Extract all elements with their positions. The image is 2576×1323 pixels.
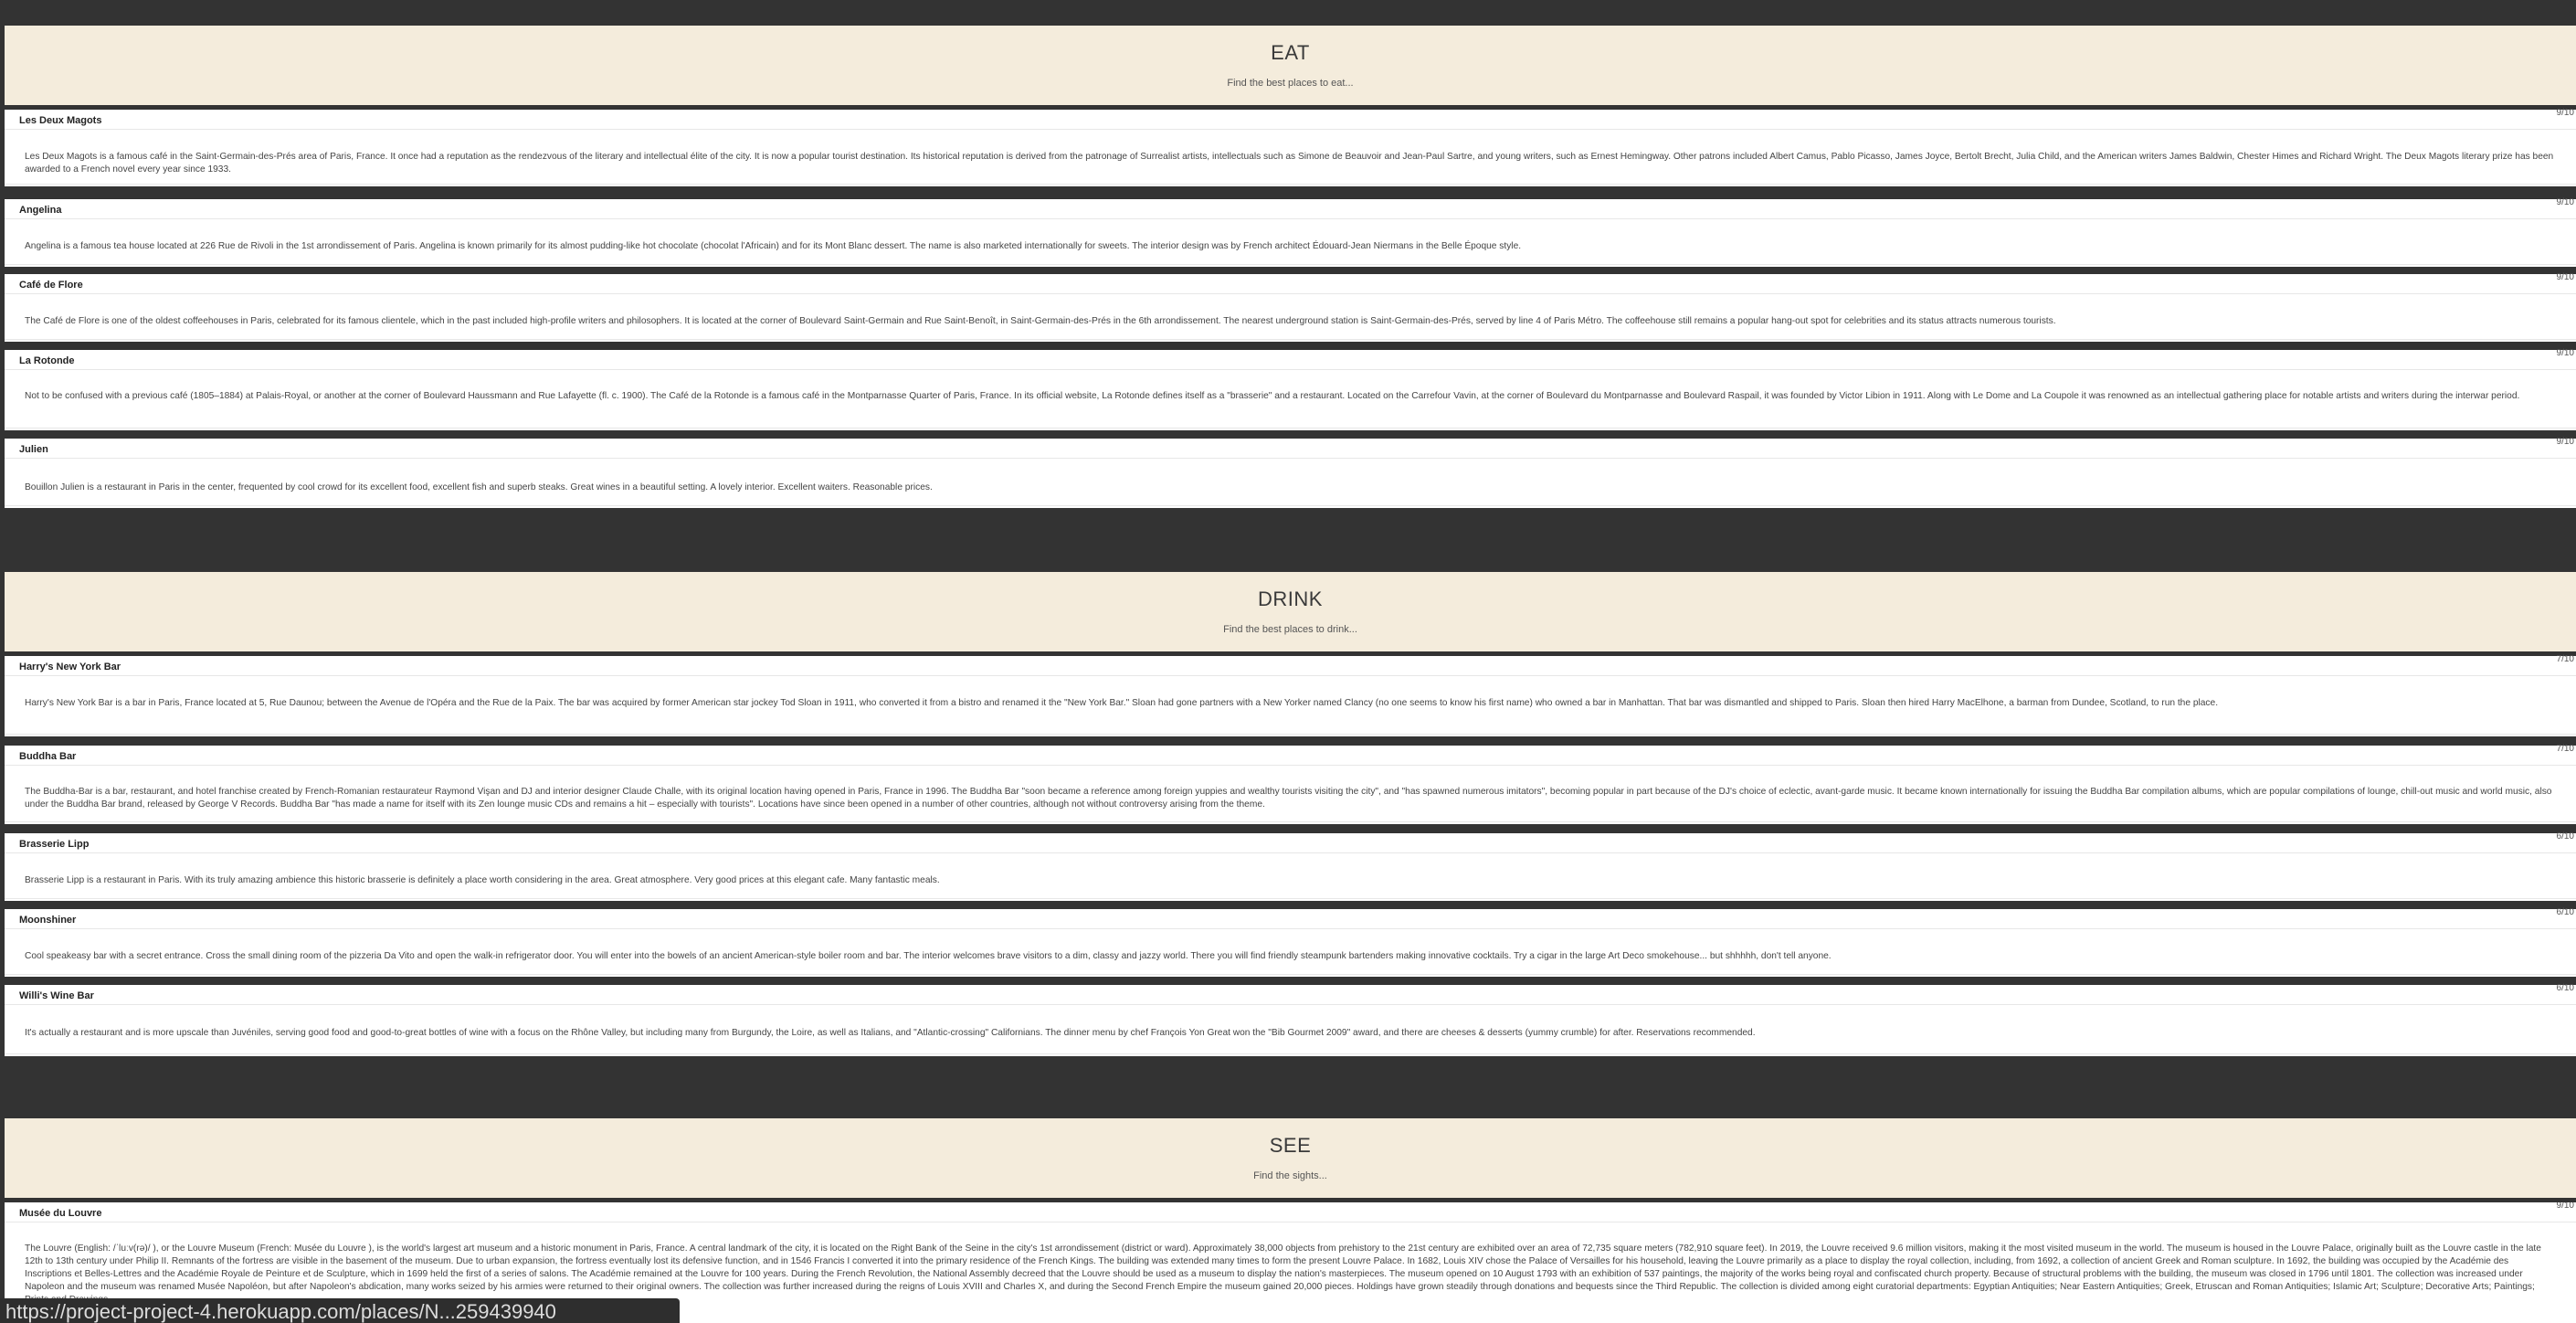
place-card-angelina[interactable]: Angelina 9/10 Angelina is a famous tea h… (5, 197, 2576, 267)
place-description: The Café de Flore is one of the oldest c… (25, 316, 2056, 326)
place-description: The Buddha-Bar is a bar, restaurant, and… (25, 787, 2552, 810)
section-title: EAT (1271, 41, 1310, 64)
place-description: Harry's New York Bar is a bar in Paris, … (25, 698, 2219, 708)
card-header: Buddha Bar 7/10 (5, 744, 2576, 766)
card-divider (5, 1053, 2576, 1054)
place-name[interactable]: Café de Flore (19, 280, 83, 291)
place-score: 6/10 (2556, 831, 2574, 841)
card-header: Brasserie Lipp 6/10 (5, 831, 2576, 853)
section-subtitle: Find the best places to eat... (1227, 78, 1354, 89)
place-description: The Louvre (English: /ˈluːv(rə)/ ), or t… (25, 1244, 2541, 1305)
place-card-la-rotonde[interactable]: La Rotonde 9/10 Not to be confused with … (5, 348, 2576, 430)
card-divider (5, 505, 2576, 506)
place-card-julien[interactable]: Julien 9/10 Bouillon Julien is a restaur… (5, 437, 2576, 508)
place-description: Bouillon Julien is a restaurant in Paris… (25, 482, 933, 492)
page: EAT Find the best places to eat... Les D… (0, 0, 2576, 1323)
section-title: DRINK (1258, 587, 1323, 610)
card-header: Julien 9/10 (5, 437, 2576, 459)
card-header: La Rotonde 9/10 (5, 348, 2576, 370)
place-description: Angelina is a famous tea house located a… (25, 241, 1522, 251)
place-score: 9/10 (2556, 272, 2574, 282)
place-score: 7/10 (2556, 744, 2574, 754)
place-name[interactable]: Moonshiner (19, 915, 76, 926)
place-card-buddha-bar[interactable]: Buddha Bar 7/10 The Buddha-Bar is a bar,… (5, 744, 2576, 824)
place-card-harrys-new-york-bar[interactable]: Harry's New York Bar 7/10 Harry's New Yo… (5, 654, 2576, 736)
place-description: Brasserie Lipp is a restaurant in Paris.… (25, 875, 940, 885)
place-name[interactable]: Les Deux Magots (19, 115, 101, 127)
place-score: 9/10 (2556, 197, 2574, 207)
card-divider (5, 974, 2576, 975)
card-divider (5, 339, 2576, 340)
place-name[interactable]: Angelina (19, 205, 61, 217)
place-description: Cool speakeasy bar with a secret entranc… (25, 951, 1832, 961)
place-score: 9/10 (2556, 348, 2574, 358)
section-header-eat: EAT Find the best places to eat... (5, 26, 2576, 105)
link-hover-url: https://project-project-4.herokuapp.com/… (0, 1298, 680, 1323)
card-header: Moonshiner 6/10 (5, 907, 2576, 929)
section-subtitle: Find the best places to drink... (1223, 624, 1357, 635)
place-score: 6/10 (2556, 907, 2574, 917)
section-subtitle: Find the sights... (1253, 1170, 1327, 1181)
place-name[interactable]: La Rotonde (19, 355, 75, 367)
place-name[interactable]: Willi's Wine Bar (19, 990, 94, 1002)
card-header: Musée du Louvre 9/10 (5, 1202, 2576, 1222)
place-description: It's actually a restaurant and is more u… (25, 1028, 1756, 1038)
card-divider (5, 184, 2576, 185)
card-header: Angelina 9/10 (5, 197, 2576, 219)
card-header: Harry's New York Bar 7/10 (5, 654, 2576, 676)
section-see: SEE Find the sights... (5, 1118, 2576, 1198)
place-score: 9/10 (2556, 437, 2574, 447)
place-score: 7/10 (2556, 654, 2574, 664)
section-eat: EAT Find the best places to eat... (5, 26, 2576, 105)
card-divider (5, 821, 2576, 822)
card-header: Les Deux Magots 9/10 (5, 108, 2576, 130)
card-header: Café de Flore 9/10 (5, 272, 2576, 294)
place-card-brasserie-lipp[interactable]: Brasserie Lipp 6/10 Brasserie Lipp is a … (5, 831, 2576, 901)
section-header-drink: DRINK Find the best places to drink... (5, 572, 2576, 651)
place-name[interactable]: Musée du Louvre (19, 1208, 101, 1220)
section-title: SEE (1269, 1134, 1312, 1157)
place-score: 6/10 (2556, 983, 2574, 993)
place-card-moonshiner[interactable]: Moonshiner 6/10 Cool speakeasy bar with … (5, 907, 2576, 977)
section-header-see: SEE Find the sights... (5, 1118, 2576, 1198)
place-card-cafe-de-flore[interactable]: Café de Flore 9/10 The Café de Flore is … (5, 272, 2576, 342)
place-name[interactable]: Julien (19, 444, 48, 456)
section-drink: DRINK Find the best places to drink... (5, 572, 2576, 651)
card-header: Willi's Wine Bar 6/10 (5, 983, 2576, 1005)
card-divider (5, 734, 2576, 735)
card-divider (5, 898, 2576, 899)
place-name[interactable]: Brasserie Lipp (19, 839, 89, 851)
place-card-willis-wine-bar[interactable]: Willi's Wine Bar 6/10 It's actually a re… (5, 983, 2576, 1056)
place-description: Les Deux Magots is a famous café in the … (25, 152, 2554, 175)
place-card-les-deux-magots[interactable]: Les Deux Magots 9/10 Les Deux Magots is … (5, 108, 2576, 186)
place-description: Not to be confused with a previous café … (25, 391, 2520, 401)
place-name[interactable]: Buddha Bar (19, 751, 76, 763)
place-name[interactable]: Harry's New York Bar (19, 662, 121, 673)
card-divider (5, 428, 2576, 429)
card-divider (5, 264, 2576, 265)
place-score: 9/10 (2556, 1202, 2574, 1211)
place-score: 9/10 (2556, 108, 2574, 118)
